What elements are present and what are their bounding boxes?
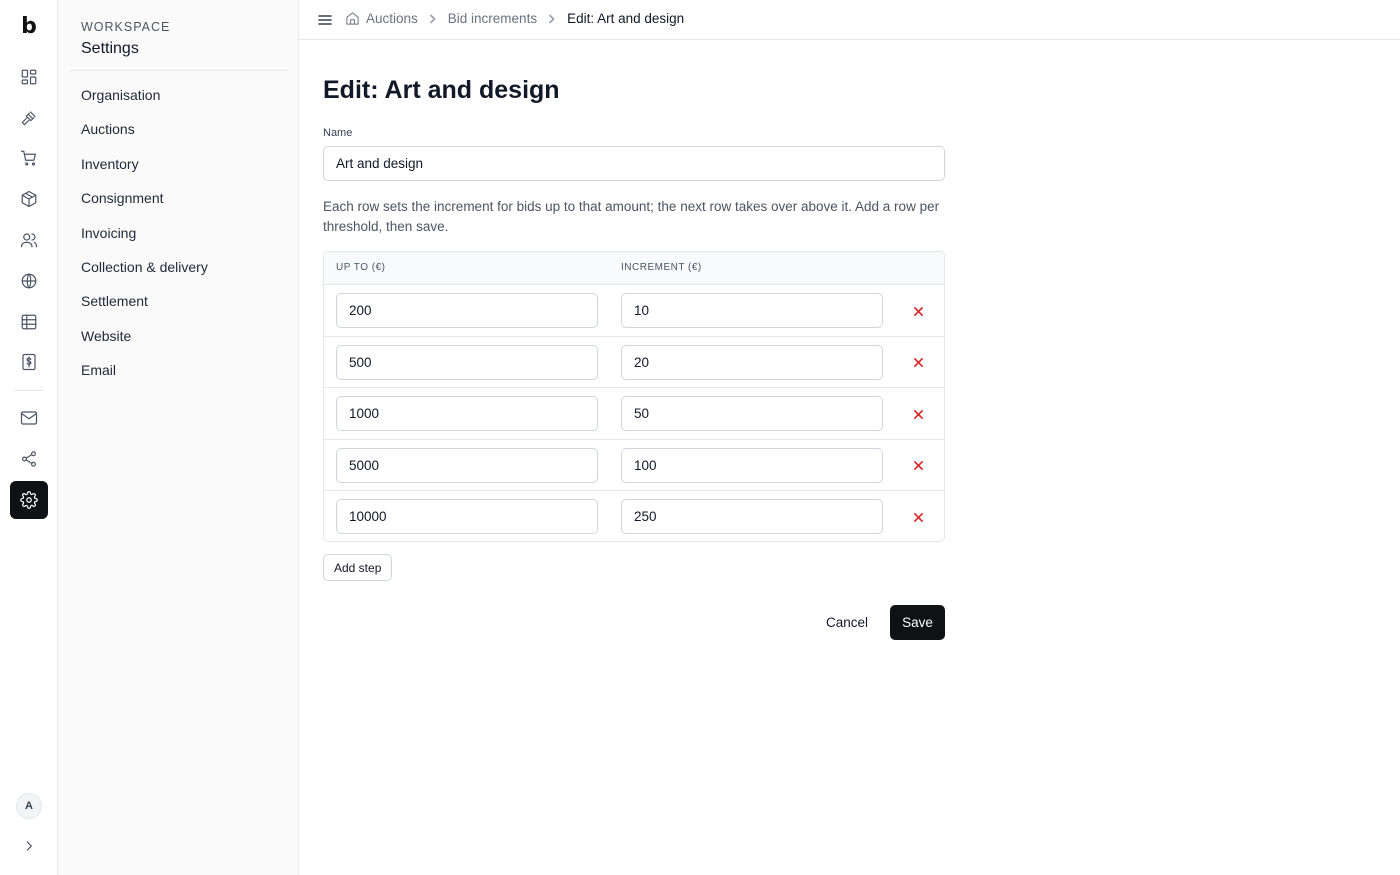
settings-panel: WORKSPACE Settings Organisation Auctions… — [58, 0, 299, 875]
name-label: Name — [323, 127, 353, 139]
remove-row-icon[interactable] — [910, 509, 926, 525]
nav-item-collection-delivery[interactable]: Collection & delivery — [81, 259, 208, 293]
breadcrumb-auctions[interactable]: Auctions — [366, 11, 418, 26]
name-input[interactable] — [323, 146, 945, 181]
table-header: UP TO (€) INCREMENT (€) — [324, 252, 944, 285]
save-button[interactable]: Save — [890, 605, 945, 640]
remove-row-icon[interactable] — [910, 303, 926, 319]
home-icon[interactable] — [345, 11, 360, 26]
nav-item-email[interactable]: Email — [81, 362, 208, 396]
chevron-right-icon[interactable] — [19, 836, 39, 856]
nav-item-consignment[interactable]: Consignment — [81, 190, 208, 224]
remove-row-icon[interactable] — [910, 458, 926, 474]
table-row — [324, 388, 944, 440]
help-text: Each row sets the increment for bids up … — [323, 199, 940, 234]
mail-icon[interactable] — [10, 399, 48, 437]
table-row — [324, 337, 944, 388]
add-step-button[interactable]: Add step — [323, 554, 393, 581]
share-icon[interactable] — [10, 440, 48, 478]
chevron-right-icon — [547, 14, 557, 24]
panel-title: Settings — [81, 40, 139, 57]
panel-eyebrow: WORKSPACE — [81, 20, 171, 34]
increment-input[interactable] — [621, 344, 883, 380]
remove-row-icon[interactable] — [910, 406, 926, 422]
table-row — [324, 440, 944, 491]
cancel-button[interactable]: Cancel — [816, 605, 878, 640]
increment-input[interactable] — [621, 499, 883, 534]
increment-input[interactable] — [621, 293, 883, 328]
nav-item-inventory[interactable]: Inventory — [81, 156, 208, 190]
table-row — [324, 491, 944, 541]
breadcrumb: Auctions Bid increments Edit: Art and de… — [345, 11, 684, 26]
settings-icon[interactable] — [10, 481, 48, 519]
gavel-icon[interactable] — [10, 99, 48, 137]
breadcrumb-bid-increments[interactable]: Bid increments — [448, 11, 537, 26]
up-to-input[interactable] — [336, 447, 598, 483]
invoice-icon[interactable] — [10, 343, 48, 381]
app-logo[interactable]: b — [0, 14, 58, 39]
package-icon[interactable] — [10, 180, 48, 218]
increment-input[interactable] — [621, 447, 883, 483]
globe-icon[interactable] — [10, 262, 48, 300]
panel-divider — [70, 70, 288, 71]
top-bar: Auctions Bid increments Edit: Art and de… — [299, 0, 1400, 40]
nav-item-invoicing[interactable]: Invoicing — [81, 225, 208, 259]
remove-row-icon[interactable] — [910, 355, 926, 371]
up-to-input[interactable] — [336, 293, 598, 328]
users-icon[interactable] — [10, 221, 48, 259]
user-avatar[interactable]: A — [16, 793, 42, 819]
column-header-up-to: UP TO (€) — [336, 262, 386, 273]
settings-nav: Organisation Auctions Inventory Consignm… — [81, 87, 208, 397]
table-icon[interactable] — [10, 303, 48, 341]
nav-item-organisation[interactable]: Organisation — [81, 87, 208, 121]
up-to-input[interactable] — [336, 499, 598, 534]
breadcrumb-current: Edit: Art and design — [567, 11, 685, 26]
dashboard-icon[interactable] — [10, 58, 48, 96]
up-to-input[interactable] — [336, 396, 598, 431]
up-to-input[interactable] — [336, 344, 598, 380]
icon-rail: b A — [0, 0, 58, 875]
menu-icon[interactable] — [317, 12, 333, 28]
table-row — [324, 285, 944, 337]
increments-table: UP TO (€) INCREMENT (€) — [323, 251, 945, 542]
nav-item-auctions[interactable]: Auctions — [81, 121, 208, 155]
increment-input[interactable] — [621, 396, 883, 431]
chevron-right-icon — [428, 14, 438, 24]
column-header-increment: INCREMENT (€) — [621, 262, 702, 273]
nav-item-settlement[interactable]: Settlement — [81, 293, 208, 327]
nav-item-website[interactable]: Website — [81, 328, 208, 362]
cart-icon[interactable] — [10, 139, 48, 177]
rail-divider — [14, 390, 44, 391]
page-title: Edit: Art and design — [323, 76, 560, 104]
